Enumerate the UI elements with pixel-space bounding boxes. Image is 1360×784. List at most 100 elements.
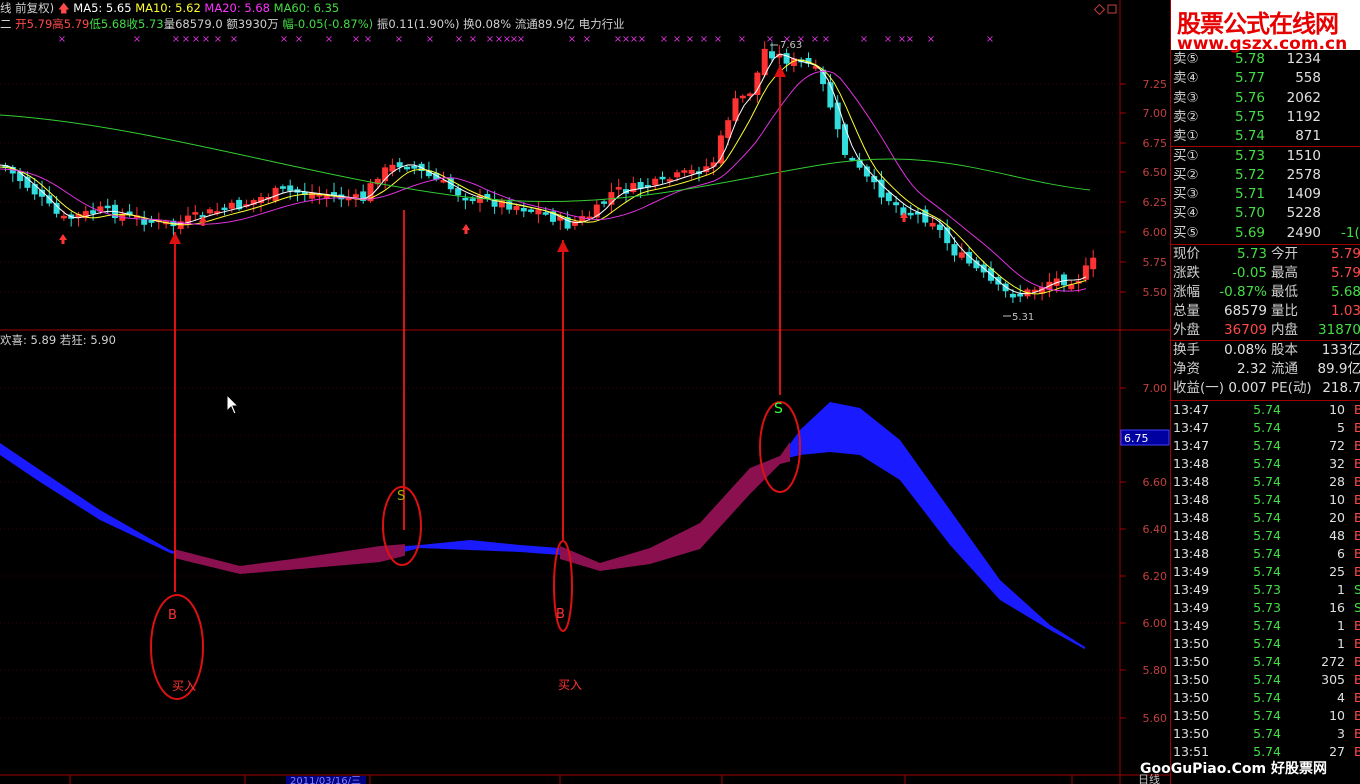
tick-side: B bbox=[1354, 437, 1360, 455]
tick-row[interactable]: 13:48 5.74 28 B bbox=[1171, 473, 1360, 491]
signal-x-marker: × bbox=[172, 34, 180, 45]
candle-body bbox=[659, 176, 666, 180]
signal-x-marker: × bbox=[182, 34, 190, 45]
tick-row[interactable]: 13:50 5.74 272 B bbox=[1171, 653, 1360, 671]
tick-side: B bbox=[1354, 563, 1360, 581]
order-book-label: 买② bbox=[1173, 166, 1199, 183]
signal-x-marker: × bbox=[766, 34, 774, 45]
tick-volume: 32 bbox=[1329, 456, 1345, 471]
tick-price: 5.74 bbox=[1253, 546, 1281, 561]
fundamental-key-2: PE(动) bbox=[1271, 380, 1312, 396]
tick-row[interactable]: 13:48 5.74 48 B bbox=[1171, 527, 1360, 545]
candle-body bbox=[389, 164, 396, 172]
tick-side: B bbox=[1354, 401, 1360, 419]
tick-price: 5.74 bbox=[1253, 402, 1281, 417]
signal-x-marker: × bbox=[583, 34, 591, 45]
open-value: 开5.79 bbox=[15, 17, 53, 31]
tick-row[interactable]: 13:48 5.74 20 B bbox=[1171, 509, 1360, 527]
tick-row[interactable]: 13:48 5.74 32 B bbox=[1171, 455, 1360, 473]
candle-body bbox=[520, 207, 527, 212]
footer-watermark: GooGuPiao.Com 好股票网 bbox=[1140, 761, 1327, 777]
tick-row[interactable]: 13:49 5.74 1B bbox=[1171, 617, 1360, 635]
tick-row[interactable]: 13:50 5.74 305 B bbox=[1171, 671, 1360, 689]
tick-row[interactable]: 13:47 5.74 5B bbox=[1171, 419, 1360, 437]
cursor-value: 6.75 bbox=[1124, 432, 1149, 445]
tick-row[interactable]: 13:50 5.74 1B bbox=[1171, 635, 1360, 653]
info-prefix: 二 bbox=[0, 17, 12, 31]
buy-text-2: 买入 bbox=[558, 678, 582, 692]
candle-body bbox=[666, 179, 673, 182]
tick-row[interactable]: 13:47 5.74 72 B bbox=[1171, 437, 1360, 455]
candle-body bbox=[1061, 274, 1067, 286]
tick-row[interactable]: 13:50 5.74 10 B bbox=[1171, 707, 1360, 725]
candle-body bbox=[192, 212, 199, 215]
up-arrow-icon: 🡅 bbox=[57, 1, 70, 15]
quote-key-2: 最低 bbox=[1271, 284, 1298, 300]
tick-time: 13:47 bbox=[1173, 402, 1210, 417]
order-book-row: 卖⑤ 5.78 1234 bbox=[1171, 50, 1360, 69]
fundamental-value-2: 133亿 bbox=[1321, 342, 1360, 358]
candle-body bbox=[53, 202, 60, 214]
signal-x-marker: × bbox=[395, 34, 403, 45]
tick-row[interactable]: 13:47 5.74 10 B bbox=[1171, 401, 1360, 419]
order-book-price: 5.76 bbox=[1234, 89, 1265, 106]
tick-row[interactable]: 13:50 5.74 3B bbox=[1171, 725, 1360, 743]
order-book-label: 卖② bbox=[1173, 108, 1199, 125]
site-logo: 股票公式在线网 www.gszx.com.cn bbox=[1171, 0, 1360, 54]
candle-body bbox=[272, 187, 279, 202]
tick-price: 5.74 bbox=[1253, 528, 1281, 543]
fundamental-key-2: 股本 bbox=[1271, 342, 1298, 358]
signal-x-marker: × bbox=[986, 34, 994, 45]
candle-body bbox=[754, 72, 761, 95]
price-axis-label: 6.25 bbox=[1143, 196, 1168, 209]
fundamental-row: 净资 2.32 流通 89.9亿 bbox=[1171, 360, 1360, 379]
candle-body bbox=[688, 169, 695, 174]
candle-body bbox=[601, 201, 608, 204]
tick-side: B bbox=[1354, 527, 1360, 545]
chart-mode-label[interactable]: 线 前复权) bbox=[0, 1, 54, 15]
tick-side: B bbox=[1354, 473, 1360, 491]
tick-price: 5.74 bbox=[1253, 474, 1281, 489]
tick-volume: 3 bbox=[1337, 726, 1345, 741]
quote-key-2: 今开 bbox=[1271, 246, 1298, 262]
fundamental-key: 净资 bbox=[1173, 361, 1200, 377]
price-axis-label: 6.75 bbox=[1143, 137, 1168, 150]
candle-body bbox=[615, 187, 622, 190]
candle-body bbox=[352, 194, 359, 198]
tick-volume: 1 bbox=[1337, 618, 1345, 633]
order-book-volume: 1510 bbox=[1286, 147, 1321, 164]
tick-row[interactable]: 13:49 5.74 25 B bbox=[1171, 563, 1360, 581]
order-book-row: 买② 5.72 2578 bbox=[1171, 166, 1360, 185]
signal-x-marker: × bbox=[192, 34, 200, 45]
tick-side: B bbox=[1354, 491, 1360, 509]
chart-canvas[interactable]: 7.257.006.756.506.256.005.755.507.006.80… bbox=[0, 0, 1170, 784]
kline-chart-area[interactable]: 7.257.006.756.506.256.005.755.507.006.80… bbox=[0, 0, 1170, 784]
tick-side: S bbox=[1354, 599, 1360, 617]
tick-price: 5.74 bbox=[1253, 438, 1281, 453]
tick-side: B bbox=[1354, 419, 1360, 437]
fundamental-key: 收益(一) bbox=[1173, 380, 1225, 396]
tick-row[interactable]: 13:50 5.74 4B bbox=[1171, 689, 1360, 707]
sell-signal-s1: S bbox=[397, 489, 405, 504]
quote-panel: 股票公式在线网 www.gszx.com.cn 卖⑤ 5.78 1234 卖④ 5.77… bbox=[1170, 0, 1360, 784]
tick-row[interactable]: 13:48 5.74 10 B bbox=[1171, 491, 1360, 509]
tick-price: 5.73 bbox=[1253, 582, 1281, 597]
tick-volume: 28 bbox=[1329, 474, 1345, 489]
candle-body bbox=[929, 222, 936, 227]
order-book-row: 买③ 5.71 1409 bbox=[1171, 185, 1360, 204]
buy-text-1: 买入 bbox=[172, 679, 196, 693]
tick-time: 13:50 bbox=[1173, 654, 1210, 669]
price-info-line: 二 开5.79高5.79低5.68收5.73量68579.0 额3930万 幅-… bbox=[0, 16, 625, 32]
indicator-axis-label: 6.40 bbox=[1143, 523, 1168, 536]
order-book-row: 卖② 5.75 1192 bbox=[1171, 108, 1360, 127]
candle-body bbox=[849, 157, 856, 161]
order-book-volume: 558 bbox=[1295, 70, 1321, 87]
tick-row[interactable]: 13:49 5.73 1S bbox=[1171, 581, 1360, 599]
tick-volume: 72 bbox=[1329, 438, 1345, 453]
sub-indicator-title: 欢喜: 5.89 若狂: 5.90 bbox=[0, 333, 116, 347]
tick-price: 5.74 bbox=[1253, 420, 1281, 435]
tick-row[interactable]: 13:48 5.74 6B bbox=[1171, 545, 1360, 563]
quote-row: 总量 68579 量比 1.03 bbox=[1171, 302, 1360, 321]
candle-body bbox=[221, 207, 228, 211]
tick-row[interactable]: 13:49 5.73 16 S bbox=[1171, 599, 1360, 617]
